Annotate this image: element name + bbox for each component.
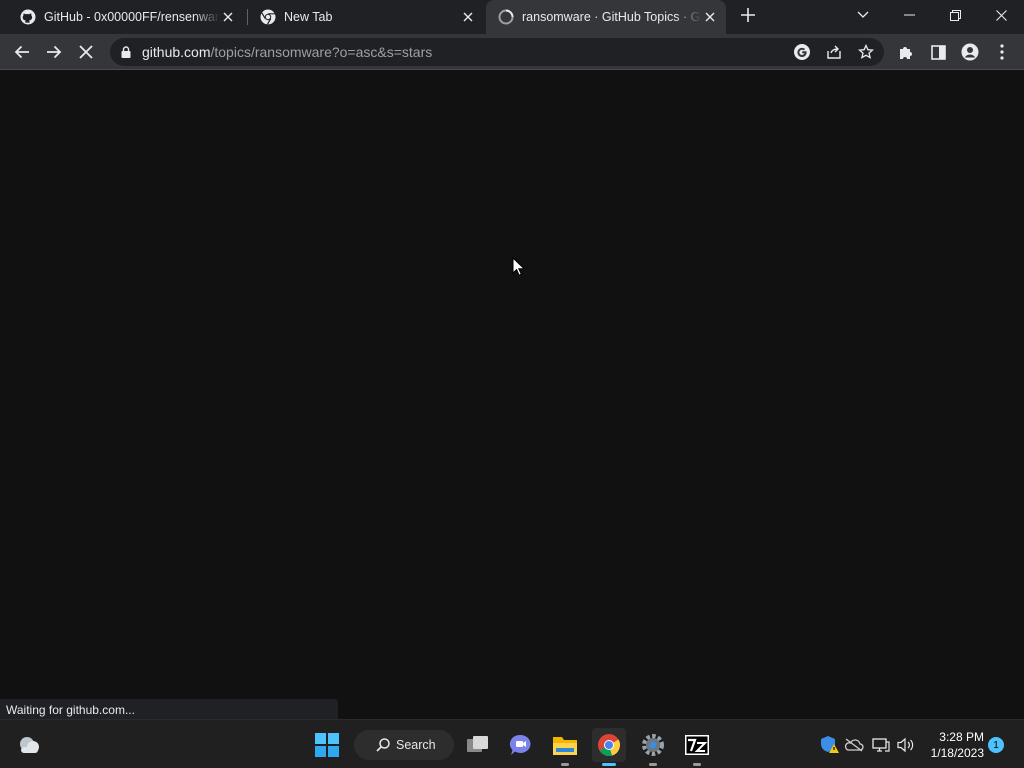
close-icon	[995, 9, 1007, 21]
clock-time: 3:28 PM	[939, 730, 984, 744]
file-explorer-button[interactable]	[548, 728, 582, 766]
windows-taskbar: Search 3:28 PM 1/18/2023 1	[0, 719, 1024, 768]
menu-button[interactable]	[988, 38, 1016, 66]
running-indicator	[649, 763, 657, 766]
7zip-icon	[685, 735, 709, 755]
chrome-icon	[598, 734, 620, 757]
volume-tray-icon[interactable]	[895, 734, 917, 756]
shield-warning-icon	[821, 736, 839, 753]
weather-widget[interactable]	[12, 728, 46, 762]
settings-button[interactable]	[636, 728, 670, 766]
chevron-down-icon	[857, 11, 869, 18]
profile-icon	[961, 43, 979, 61]
close-icon[interactable]	[702, 9, 718, 25]
task-view-icon	[467, 736, 488, 752]
windows-logo-icon	[315, 733, 339, 757]
gear-icon	[642, 734, 664, 756]
side-panel-button[interactable]	[924, 38, 952, 66]
chat-icon	[509, 734, 531, 755]
forward-button[interactable]	[40, 38, 68, 66]
page-viewport[interactable]	[0, 71, 1024, 719]
folder-icon	[553, 737, 577, 755]
restore-icon	[949, 9, 961, 21]
side-panel-icon	[930, 44, 946, 60]
share-icon	[827, 45, 841, 59]
search-label: Search	[396, 738, 436, 752]
share-button[interactable]	[820, 38, 848, 66]
notification-badge[interactable]: 1	[988, 737, 1004, 753]
address-bar[interactable]: github.com/topics/ransomware?o=asc&s=sta…	[110, 38, 884, 66]
chrome-taskbar-button[interactable]	[592, 728, 626, 766]
tab-title: ransomware · GitHub Topics · GitHub	[522, 10, 702, 24]
cloud-icon	[20, 737, 39, 753]
github-icon	[20, 9, 36, 25]
google-icon	[794, 44, 810, 60]
system-clock[interactable]: 3:28 PM 1/18/2023	[924, 729, 984, 761]
search-icon	[376, 738, 390, 752]
url-host: github.com	[142, 44, 211, 60]
kebab-menu-icon	[1000, 44, 1004, 60]
browser-toolbar: github.com/topics/ransomware?o=asc&s=sta…	[0, 34, 1024, 70]
close-icon	[79, 45, 93, 59]
arrow-left-icon	[14, 45, 29, 59]
puzzle-icon	[900, 47, 912, 59]
profile-button[interactable]	[956, 38, 984, 66]
close-window-button[interactable]	[978, 0, 1024, 30]
google-lens-button[interactable]	[788, 38, 816, 66]
chrome-icon	[260, 9, 276, 25]
start-button[interactable]	[310, 728, 344, 762]
tab-title: New Tab	[284, 10, 333, 24]
tab-github-rensenware[interactable]: GitHub - 0x00000FF/rensenware-cut: Ran	[0, 0, 244, 34]
running-indicator	[693, 763, 701, 766]
lock-icon	[121, 46, 131, 58]
taskbar-search[interactable]: Search	[354, 730, 454, 760]
restore-button[interactable]	[932, 0, 978, 30]
star-icon	[858, 44, 874, 59]
tab-new-tab[interactable]: New Tab	[240, 0, 484, 34]
7zip-button[interactable]	[680, 728, 714, 766]
mouse-cursor-icon	[512, 257, 524, 276]
network-tray-icon[interactable]	[870, 734, 892, 756]
speaker-icon	[897, 737, 914, 753]
plus-icon	[741, 8, 755, 22]
running-indicator	[561, 763, 569, 766]
arrow-right-icon	[47, 45, 62, 59]
tab-title: GitHub - 0x00000FF/rensenware-cut: Ran	[44, 10, 220, 24]
status-bubble: Waiting for github.com...	[0, 699, 338, 721]
minimize-icon	[903, 14, 915, 16]
bookmark-button[interactable]	[852, 38, 880, 66]
tab-ransomware-topics[interactable]: ransomware · GitHub Topics · GitHub	[486, 0, 726, 34]
onedrive-tray-icon[interactable]	[843, 734, 865, 756]
extensions-button[interactable]	[892, 38, 920, 66]
close-icon[interactable]	[460, 9, 476, 25]
cloud-off-icon	[844, 738, 864, 752]
defender-tray-icon[interactable]	[819, 734, 841, 756]
tab-strip: GitHub - 0x00000FF/rensenware-cut: Ran N…	[0, 0, 1024, 34]
active-indicator	[602, 763, 616, 766]
teams-chat-button[interactable]	[504, 728, 538, 762]
minimize-button[interactable]	[886, 0, 932, 30]
back-button[interactable]	[8, 38, 36, 66]
clock-date: 1/18/2023	[930, 746, 984, 760]
url-text: github.com/topics/ransomware?o=asc&s=sta…	[142, 44, 432, 60]
loading-github-icon	[498, 9, 514, 25]
new-tab-button[interactable]	[728, 0, 768, 30]
tab-search-button[interactable]	[840, 0, 886, 30]
network-icon	[872, 738, 890, 752]
task-view-button[interactable]	[461, 728, 495, 762]
url-path: /topics/ransomware?o=asc&s=stars	[210, 44, 433, 60]
close-icon[interactable]	[220, 9, 236, 25]
stop-loading-button[interactable]	[72, 38, 100, 66]
